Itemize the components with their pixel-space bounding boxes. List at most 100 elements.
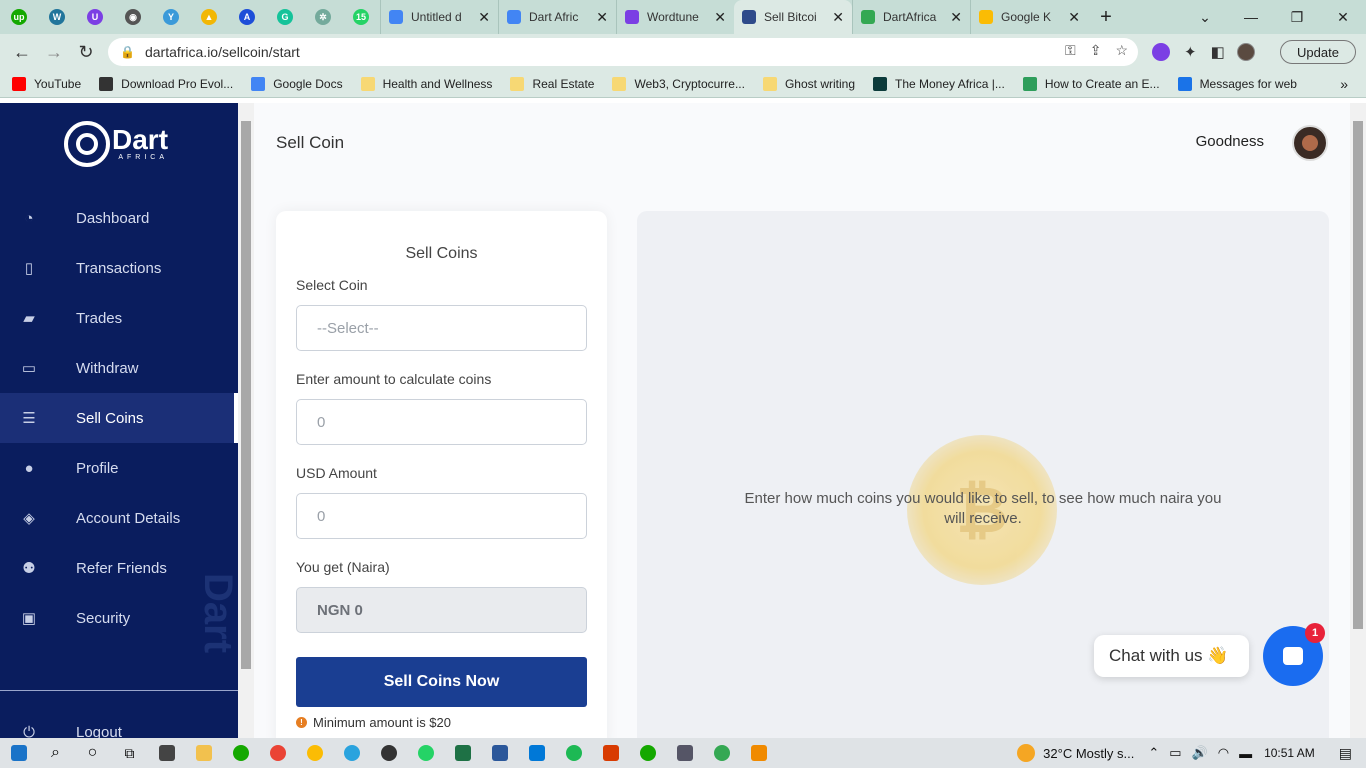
pinned-tab-u[interactable]: U — [76, 0, 114, 34]
sell-coins-now-button[interactable]: Sell Coins Now — [296, 657, 587, 707]
office-icon[interactable] — [592, 738, 629, 768]
chat-with-us-bubble[interactable]: Chat with us 👋 — [1094, 635, 1249, 677]
pinned-tab-wordpress[interactable]: W — [38, 0, 76, 34]
bookmark-label: How to Create an E... — [1044, 76, 1160, 91]
bookmark-item[interactable]: Ghost writing — [762, 76, 855, 91]
sidebar-item-dashboard[interactable]: ◔ Dashboard — [0, 193, 238, 243]
sidebar-item-sell-coins[interactable]: ☰ Sell Coins — [0, 393, 238, 443]
key-icon[interactable]: ⚿ — [1065, 42, 1076, 59]
bookmark-item[interactable]: Google Docs — [251, 76, 343, 91]
pinned-tab-eye[interactable]: ◉ — [114, 0, 152, 34]
chrome-icon[interactable] — [259, 738, 296, 768]
browser-tab[interactable]: Dart Afric ✕ — [498, 0, 616, 34]
sidebar-item-withdraw[interactable]: ▭ Withdraw — [0, 343, 238, 393]
back-arrow-icon[interactable]: ← — [6, 42, 38, 63]
sidebar-item-trades[interactable]: ▰ Trades — [0, 293, 238, 343]
photo-app-icon[interactable] — [666, 738, 703, 768]
forward-arrow-icon[interactable]: → — [38, 42, 70, 63]
new-tab-button[interactable]: + — [1088, 6, 1124, 29]
browser-tab[interactable]: DartAfrica ✕ — [852, 0, 970, 34]
word-icon[interactable] — [481, 738, 518, 768]
amount-input[interactable]: 0 — [296, 399, 587, 445]
sidebar-item-transactions[interactable]: ▯ Transactions — [0, 243, 238, 293]
pinned-tab-drive[interactable]: ▲ — [190, 0, 228, 34]
restore-button[interactable]: ❐ — [1274, 0, 1320, 34]
wifi-icon[interactable]: ◠ — [1218, 745, 1229, 761]
chrome-profile-icon[interactable] — [296, 738, 333, 768]
reload-icon[interactable]: ↻ — [70, 42, 102, 63]
bookmark-item[interactable]: YouTube — [12, 76, 81, 91]
browser-tab[interactable]: Sell Bitcoi ✕ — [734, 0, 852, 34]
browser-tab[interactable]: Google K ✕ — [970, 0, 1088, 34]
browser-tab[interactable]: Wordtune ✕ — [616, 0, 734, 34]
task-view-icon[interactable]: ⧉ — [111, 738, 148, 768]
close-tab-icon[interactable]: ✕ — [950, 9, 962, 26]
puzzle-icon[interactable]: ✦ — [1184, 43, 1197, 61]
weather-text[interactable]: 32°C Mostly s... — [1043, 746, 1134, 761]
bookmark-item[interactable]: The Money Africa |... — [873, 76, 1005, 91]
sidebar-item-account-details[interactable]: ◈ Account Details — [0, 493, 238, 543]
pinned-tab-chatgpt[interactable]: ✲ — [304, 0, 342, 34]
pinned-tab-a[interactable]: A — [228, 0, 266, 34]
scrollbar-thumb[interactable] — [241, 121, 251, 669]
whatsapp-app-icon[interactable] — [407, 738, 444, 768]
browser-tab[interactable]: Untitled d ✕ — [380, 0, 498, 34]
clock[interactable]: 10:51 AM — [1264, 746, 1315, 760]
avatar[interactable] — [1292, 125, 1328, 161]
sidebar-item-logout[interactable]: ⏻ Logout — [0, 707, 238, 739]
bookmark-item[interactable]: Messages for web — [1177, 76, 1297, 91]
main-scrollbar[interactable] — [1350, 103, 1366, 738]
vlc-icon[interactable] — [740, 738, 777, 768]
close-window-button[interactable]: ✕ — [1320, 0, 1366, 34]
upwork-taskbar-icon[interactable] — [629, 738, 666, 768]
taskbar-app-1-icon[interactable] — [148, 738, 185, 768]
bookmark-item[interactable]: Download Pro Evol... — [99, 76, 233, 91]
more-bookmarks-icon[interactable]: » — [1340, 76, 1348, 92]
chevron-up-icon[interactable]: ⌃ — [1148, 745, 1159, 761]
pinned-tab-y[interactable]: Y — [152, 0, 190, 34]
pinned-tab-upwork[interactable]: up — [0, 0, 38, 34]
update-button[interactable]: Update — [1280, 40, 1356, 64]
obs-icon[interactable] — [370, 738, 407, 768]
notifications-icon[interactable]: ▤ — [1339, 745, 1352, 762]
speaker-icon[interactable]: 🔊 — [1192, 745, 1208, 761]
bookmark-item[interactable]: Web3, Cryptocurre... — [612, 76, 745, 91]
close-tab-icon[interactable]: ✕ — [478, 9, 490, 26]
network-icon[interactable]: ▭ — [1169, 745, 1181, 761]
select-coin-dropdown[interactable]: --Select-- — [296, 305, 587, 351]
close-tab-icon[interactable]: ✕ — [714, 9, 726, 26]
address-bar[interactable]: 🔒 dartafrica.io/sellcoin/start ⚿ ⇪ ☆ — [108, 38, 1138, 66]
minimize-button[interactable]: — — [1228, 0, 1274, 34]
scrollbar-thumb[interactable] — [1353, 121, 1363, 629]
close-tab-icon[interactable]: ✕ — [832, 9, 844, 26]
upwork-app-icon[interactable] — [222, 738, 259, 768]
usd-amount-input[interactable]: 0 — [296, 493, 587, 539]
close-tab-icon[interactable]: ✕ — [1068, 9, 1080, 26]
user-name[interactable]: Goodness — [1196, 133, 1264, 150]
sidebar-item-profile[interactable]: ● Profile — [0, 443, 238, 493]
pinned-tab-whatsapp[interactable]: 15 — [342, 0, 380, 34]
windows-start-icon[interactable] — [0, 738, 37, 768]
telegram-icon[interactable] — [333, 738, 370, 768]
sidebar-scrollbar[interactable] — [238, 103, 254, 738]
dart-africa-logo[interactable]: Dart AFRICA — [64, 121, 168, 167]
excel-icon[interactable] — [444, 738, 481, 768]
close-tab-icon[interactable]: ✕ — [596, 9, 608, 26]
spotify-icon[interactable] — [555, 738, 592, 768]
desktop-app-icon[interactable] — [518, 738, 555, 768]
search-icon[interactable]: ⌕ — [37, 738, 74, 768]
wordtune-extension-icon[interactable] — [1152, 43, 1170, 61]
profile-avatar-icon[interactable] — [1236, 43, 1255, 61]
file-explorer-icon[interactable] — [185, 738, 222, 768]
chrome-2-icon[interactable] — [703, 738, 740, 768]
tab-search-chevron-icon[interactable]: ⌄ — [1182, 0, 1228, 34]
cortana-icon[interactable]: ○ — [74, 738, 111, 768]
side-panel-icon[interactable]: ◧ — [1211, 43, 1225, 61]
bookmark-item[interactable]: Real Estate — [510, 76, 594, 91]
pinned-tab-grammarly[interactable]: G — [266, 0, 304, 34]
share-icon[interactable]: ⇪ — [1090, 42, 1102, 59]
bookmark-star-icon[interactable]: ☆ — [1115, 42, 1128, 59]
battery-icon[interactable]: ▬ — [1239, 746, 1252, 761]
bookmark-item[interactable]: Health and Wellness — [360, 76, 492, 91]
bookmark-item[interactable]: How to Create an E... — [1022, 76, 1160, 91]
